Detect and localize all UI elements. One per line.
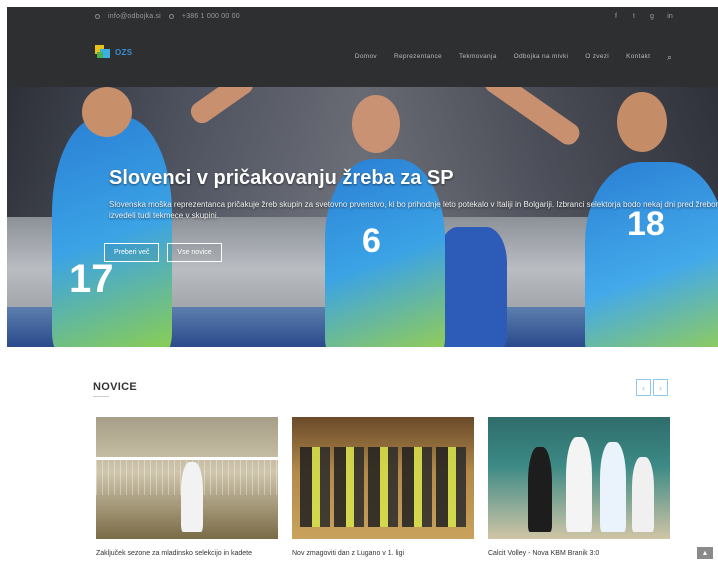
prev-arrow-icon[interactable]: ‹ — [636, 379, 651, 396]
news-card[interactable]: Zaključek sezone za mladinsko selekcijo … — [96, 417, 278, 559]
search-icon[interactable]: ⌕ — [667, 53, 672, 63]
twitter-icon[interactable]: t — [630, 13, 638, 20]
news-card-image[interactable] — [96, 417, 278, 539]
player-figure — [585, 162, 718, 347]
scroll-to-top-button[interactable]: ▲ — [697, 547, 713, 559]
menu-item-home[interactable]: Domov — [355, 53, 377, 63]
linkedin-icon[interactable]: in — [666, 13, 674, 20]
player-head — [617, 92, 667, 152]
jersey-number: 17 — [69, 257, 114, 301]
google-plus-icon[interactable]: g — [648, 13, 656, 20]
contact-email[interactable]: info@odbojka.si — [108, 13, 161, 20]
player-figure — [437, 227, 507, 347]
jersey-number: 6 — [362, 222, 381, 260]
news-card-title[interactable]: Zaključek sezone za mladinsko selekcijo … — [96, 549, 278, 559]
hero-buttons: Preberi več Vse novice — [104, 243, 222, 262]
player-figure — [566, 437, 592, 532]
social-links: f t g in — [612, 13, 674, 20]
player-figure — [181, 462, 203, 532]
news-card-title[interactable]: Nov zmagoviti dan z Lugano v 1. ligi — [292, 549, 474, 559]
player-figure — [528, 447, 552, 532]
hero-text: Slovenska moška reprezentanca pričakuje … — [109, 200, 718, 220]
next-arrow-icon[interactable]: › — [653, 379, 668, 396]
logo-mark-icon — [95, 45, 111, 59]
player-figure — [52, 117, 172, 347]
facebook-icon[interactable]: f — [612, 13, 620, 20]
contact-phone[interactable]: +386 1 000 00 00 — [182, 13, 240, 20]
hero-title: Slovenci v pričakovanju žreba za SP — [109, 167, 454, 189]
player-head — [352, 95, 400, 153]
site-header: info@odbojka.si +386 1 000 00 00 f t g i… — [7, 7, 718, 87]
news-section-title: NOVICE — [93, 381, 137, 393]
menu-item-competitions[interactable]: Tekmovanja — [459, 53, 497, 63]
player-figure — [600, 442, 626, 532]
menu-item-about[interactable]: O zvezi — [585, 53, 609, 63]
logo-text: OZS — [115, 47, 133, 57]
all-news-button[interactable]: Vse novice — [167, 243, 222, 262]
main-menu: Domov Reprezentance Tekmovanja Odbojka n… — [355, 53, 672, 63]
news-card-image[interactable] — [292, 417, 474, 539]
site-logo[interactable]: OZS — [95, 45, 132, 59]
main-nav-row: OZS Domov Reprezentance Tekmovanja Odboj… — [7, 37, 718, 77]
hero-slider: 17 6 18 Slovenci v pričakovanju žreba za… — [7, 87, 718, 347]
read-more-button[interactable]: Preberi več — [104, 243, 160, 262]
news-pager: ‹ › — [636, 379, 668, 396]
news-card-image[interactable] — [488, 417, 670, 539]
contact-info: info@odbojka.si +386 1 000 00 00 — [95, 13, 240, 20]
menu-item-teams[interactable]: Reprezentance — [394, 53, 442, 63]
news-card[interactable]: Calcit Volley - Nova KBM Branik 3:0 — [488, 417, 670, 559]
menu-item-beach[interactable]: Odbojka na mivki — [514, 53, 569, 63]
phone-icon — [168, 14, 174, 19]
news-card[interactable]: Nov zmagoviti dan z Lugano v 1. ligi — [292, 417, 474, 559]
news-card-title[interactable]: Calcit Volley - Nova KBM Branik 3:0 — [488, 549, 670, 559]
menu-item-contact[interactable]: Kontakt — [626, 53, 650, 63]
team-lineup — [300, 447, 470, 527]
player-figure — [632, 457, 654, 532]
section-divider — [93, 396, 109, 397]
top-bar: info@odbojka.si +386 1 000 00 00 f t g i… — [7, 7, 718, 29]
mail-icon — [95, 14, 100, 19]
player-head — [82, 87, 132, 137]
